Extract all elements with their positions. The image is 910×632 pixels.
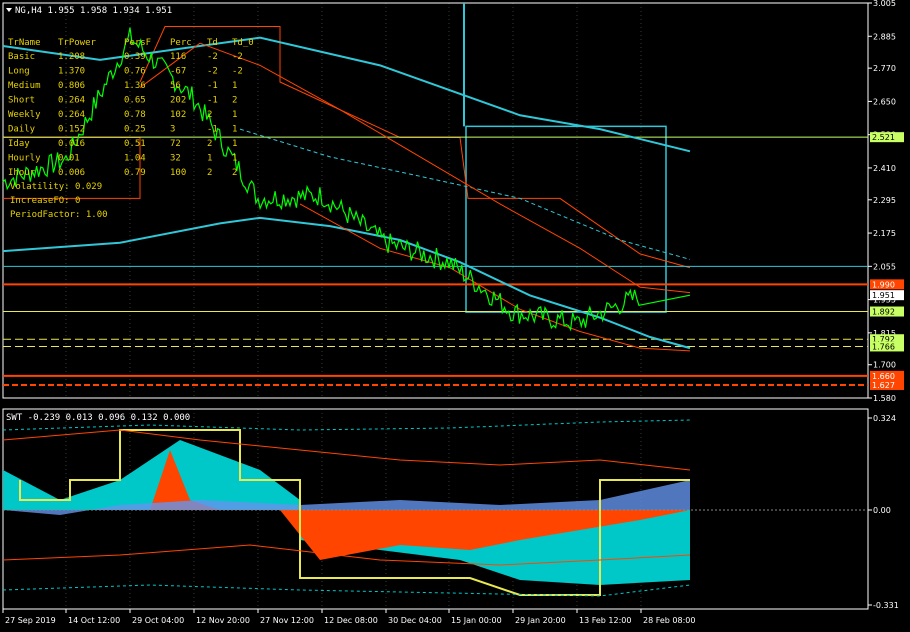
table-cell: 1.36 xyxy=(124,81,146,91)
table-cell: 0.25 xyxy=(124,125,146,135)
table-footer-period: PeriodFactor: 1.00 xyxy=(10,210,108,220)
table-cell: 0.79 xyxy=(124,168,146,178)
osc-tick-label: 0.324 xyxy=(873,414,896,423)
time-tick-label: 27 Sep 2019 xyxy=(5,616,56,625)
table-cell: 0.152 xyxy=(58,125,85,135)
table-header-cell: TrPower xyxy=(58,38,97,48)
table-cell: Medium xyxy=(8,81,41,91)
table-cell: 0.76 xyxy=(124,67,146,77)
price-tick-label: 2.410 xyxy=(873,164,896,173)
price-tick-label: 2.055 xyxy=(873,262,896,271)
time-tick-label: 13 Feb 12:00 xyxy=(579,616,631,625)
table-footer-volatility: Volatility: 0.029 xyxy=(10,182,102,192)
oscillator-label: SWT -0.239 0.013 0.096 0.132 0.000 xyxy=(6,413,190,423)
table-cell: Hourly xyxy=(8,154,41,164)
table-cell: 1 xyxy=(232,125,237,135)
price-tick-label: 2.770 xyxy=(873,64,896,73)
table-cell: -2 xyxy=(232,52,243,62)
table-cell: 2 xyxy=(207,168,212,178)
table-cell: 3 xyxy=(170,125,175,135)
table-footer-increase: IncreaseFO: 0 xyxy=(10,196,80,206)
price-marker-label: 1.951 xyxy=(872,291,895,300)
table-cell: 2 xyxy=(207,110,212,120)
table-cell: 2 xyxy=(232,168,237,178)
table-cell: -2 xyxy=(207,67,218,77)
table-cell: 0.51 xyxy=(124,139,146,149)
time-tick-label: 27 Nov 12:00 xyxy=(260,616,314,625)
time-tick-label: 28 Feb 08:00 xyxy=(643,616,695,625)
table-cell: 2 xyxy=(232,96,237,106)
table-cell: Long xyxy=(8,67,30,77)
price-marker-label: 1.766 xyxy=(872,342,895,351)
table-cell: 0.264 xyxy=(58,110,85,120)
table-cell: 116 xyxy=(170,52,186,62)
table-cell: -1 xyxy=(207,96,218,106)
time-tick-label: 12 Nov 20:00 xyxy=(196,616,250,625)
table-cell: 32 xyxy=(170,154,181,164)
table-cell: 0.806 xyxy=(58,81,85,91)
table-cell: Basic xyxy=(8,52,35,62)
osc-tick-label: 0.00 xyxy=(873,506,891,515)
price-tick-label: 2.650 xyxy=(873,97,896,106)
table-cell: 1 xyxy=(232,154,237,164)
table-header-cell: Td xyxy=(207,38,218,48)
price-marker-label: 1.892 xyxy=(872,308,895,317)
price-tick-label: 1.700 xyxy=(873,361,896,370)
table-cell: Short xyxy=(8,96,35,106)
table-header-cell: Td_0 xyxy=(232,38,254,48)
table-cell: Iday xyxy=(8,139,30,149)
table-cell: 0.016 xyxy=(58,139,85,149)
time-tick-label: 29 Oct 04:00 xyxy=(132,616,184,625)
table-cell: 1.208 xyxy=(58,52,85,62)
table-cell: 0.65 xyxy=(124,96,146,106)
table-header-cell: PersF xyxy=(124,38,151,48)
time-tick-label: 15 Jan 00:00 xyxy=(451,616,502,625)
table-cell: 0.01 xyxy=(58,154,80,164)
table-cell: Daily xyxy=(8,125,36,135)
trading-chart[interactable]: NG,H4 1.955 1.958 1.934 1.951 TrName TrPo… xyxy=(0,0,910,632)
price-marker-label: 1.660 xyxy=(872,372,895,381)
osc-tick-label: -0.331 xyxy=(873,601,899,610)
table-cell: 202 xyxy=(170,96,186,106)
table-cell: Weekly xyxy=(8,110,41,120)
table-cell: Ihour xyxy=(8,168,36,178)
price-marker-label: 2.521 xyxy=(872,133,895,142)
table-header-cell: TrName xyxy=(8,38,41,48)
table-cell: -1 xyxy=(207,125,218,135)
price-tick-label: 2.885 xyxy=(873,32,896,41)
table-header-cell: Perc xyxy=(170,38,192,48)
table-cell: 56 xyxy=(170,81,181,91)
price-marker-label: 1.990 xyxy=(872,280,895,289)
table-cell: 72 xyxy=(170,139,181,149)
table-cell: 100 xyxy=(170,168,186,178)
table-cell: 0.39 xyxy=(124,52,146,62)
table-cell: 1 xyxy=(232,81,237,91)
table-cell: -2 xyxy=(232,67,243,77)
table-cell: 0.264 xyxy=(58,96,85,106)
table-cell: 0.006 xyxy=(58,168,85,178)
time-tick-label: 14 Oct 12:00 xyxy=(68,616,120,625)
price-tick-label: 2.295 xyxy=(873,196,896,205)
table-cell: 0.78 xyxy=(124,110,146,120)
table-cell: -1 xyxy=(207,81,218,91)
table-cell: 102 xyxy=(170,110,186,120)
table-cell: -2 xyxy=(207,52,218,62)
table-cell: 1 xyxy=(207,154,212,164)
chart-header: NG,H4 1.955 1.958 1.934 1.951 xyxy=(6,6,172,16)
table-cell: 1.04 xyxy=(124,154,146,164)
table-cell: 1 xyxy=(232,139,237,149)
table-cell: 1 xyxy=(232,110,237,120)
time-tick-label: 12 Dec 08:00 xyxy=(324,616,378,625)
time-tick-label: 29 Jan 20:00 xyxy=(515,616,566,625)
table-cell: 1.370 xyxy=(58,67,85,77)
price-tick-label: 2.175 xyxy=(873,229,896,238)
table-cell: 2 xyxy=(207,139,212,149)
time-tick-label: 30 Dec 04:00 xyxy=(388,616,442,625)
symbol-quote-line: NG,H4 1.955 1.958 1.934 1.951 xyxy=(15,6,172,16)
table-cell: -67 xyxy=(170,67,186,77)
price-tick-label: 1.580 xyxy=(873,394,896,403)
price-marker-label: 1.627 xyxy=(872,381,895,390)
price-tick-label: 3.005 xyxy=(873,0,896,8)
